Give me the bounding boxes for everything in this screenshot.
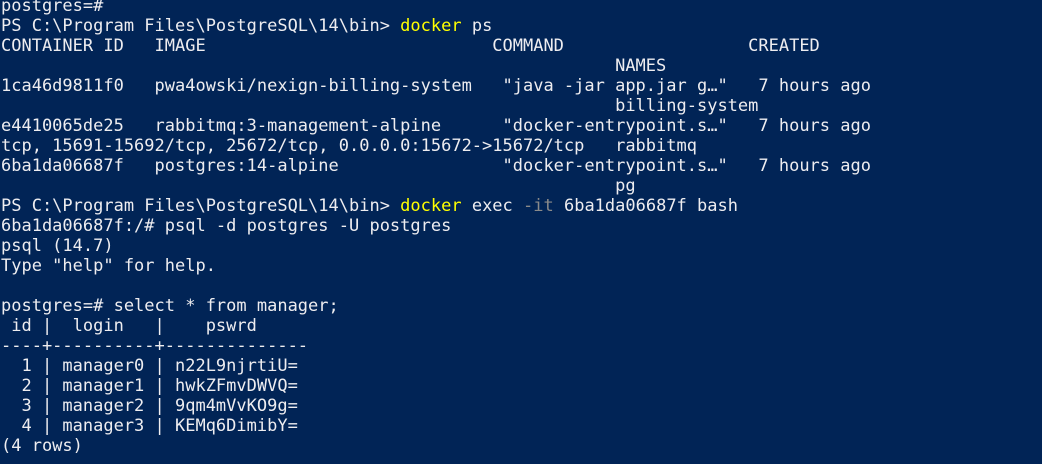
terminal-line: postgres=# select * from manager;	[1, 296, 1042, 316]
output-text: 6ba1da06687f:/# psql -d postgres -U post…	[1, 216, 452, 236]
output-text: 1ca46d9811f0 pwa4owski/nexign-billing-sy…	[1, 76, 871, 96]
terminal-line: 1 | manager0 | n22L9njrtiU=	[1, 356, 1042, 376]
output-text: billing-system	[1, 96, 759, 116]
terminal-line: e4410065de25 rabbitmq:3-management-alpin…	[1, 116, 1042, 136]
terminal-line: pg	[1, 176, 1042, 196]
terminal-line: Type "help" for help.	[1, 256, 1042, 276]
terminal-output: postgres=# PS C:\Program Files\PostgreSQL…	[1, 0, 1042, 456]
output-text: 6ba1da06687f postgres:14-alpine "docker-…	[1, 156, 871, 176]
terminal-line: 6ba1da06687f postgres:14-alpine "docker-…	[1, 156, 1042, 176]
output-text: 4 | manager3 | KEMq6DimibY=	[1, 416, 298, 436]
terminal-line: postgres=#	[1, 0, 1042, 16]
command-token: docker	[400, 196, 462, 216]
output-text: postgres=#	[1, 0, 104, 16]
powershell-terminal[interactable]: postgres=# PS C:\Program Files\PostgreSQL…	[0, 0, 1042, 464]
output-text: Type "help" for help.	[1, 256, 216, 276]
output-text: 3 | manager2 | 9qm4mVvKO9g=	[1, 396, 298, 416]
output-text: 1 | manager0 | n22L9njrtiU=	[1, 356, 298, 376]
terminal-line: billing-system	[1, 96, 1042, 116]
output-text: CONTAINER ID IMAGE COMMAND CREATED	[1, 36, 820, 56]
terminal-line: 2 | manager1 | hwkZFmvDWVQ=	[1, 376, 1042, 396]
terminal-line: NAMES	[1, 56, 1042, 76]
terminal-line: 3 | manager2 | 9qm4mVvKO9g=	[1, 396, 1042, 416]
output-text: ps	[461, 16, 493, 36]
terminal-line: ----+----------+--------------	[1, 336, 1042, 356]
terminal-line: PS C:\Program Files\PostgreSQL\14\bin> d…	[1, 16, 1042, 36]
terminal-line: (4 rows)	[1, 436, 1042, 456]
output-text: id | login | pswrd	[1, 316, 257, 336]
command-token: docker	[400, 16, 462, 36]
terminal-line: 1ca46d9811f0 pwa4owski/nexign-billing-sy…	[1, 76, 1042, 96]
output-text: psql (14.7)	[1, 236, 114, 256]
output-text: PS C:\Program Files\PostgreSQL\14\bin>	[1, 196, 401, 216]
parameter-token: -it	[523, 196, 554, 216]
terminal-line: CONTAINER ID IMAGE COMMAND CREATED	[1, 36, 1042, 56]
output-text: NAMES	[1, 56, 667, 76]
output-text: postgres=# select * from manager;	[1, 296, 339, 316]
terminal-line: PS C:\Program Files\PostgreSQL\14\bin> d…	[1, 196, 1042, 216]
output-text: PS C:\Program Files\PostgreSQL\14\bin>	[1, 16, 401, 36]
output-text: 2 | manager1 | hwkZFmvDWVQ=	[1, 376, 298, 396]
output-text: (4 rows)	[1, 436, 83, 456]
output-text: e4410065de25 rabbitmq:3-management-alpin…	[1, 116, 871, 136]
output-text: tcp, 15691-15692/tcp, 25672/tcp, 0.0.0.0…	[1, 136, 697, 156]
terminal-line: id | login | pswrd	[1, 316, 1042, 336]
terminal-line: 6ba1da06687f:/# psql -d postgres -U post…	[1, 216, 1042, 236]
output-text: 6ba1da06687f bash	[553, 196, 738, 216]
terminal-line: psql (14.7)	[1, 236, 1042, 256]
output-text: pg	[1, 176, 636, 196]
terminal-line: tcp, 15691-15692/tcp, 25672/tcp, 0.0.0.0…	[1, 136, 1042, 156]
terminal-line: 4 | manager3 | KEMq6DimibY=	[1, 416, 1042, 436]
output-text: exec	[461, 196, 524, 216]
output-text: ----+----------+--------------	[1, 336, 309, 356]
